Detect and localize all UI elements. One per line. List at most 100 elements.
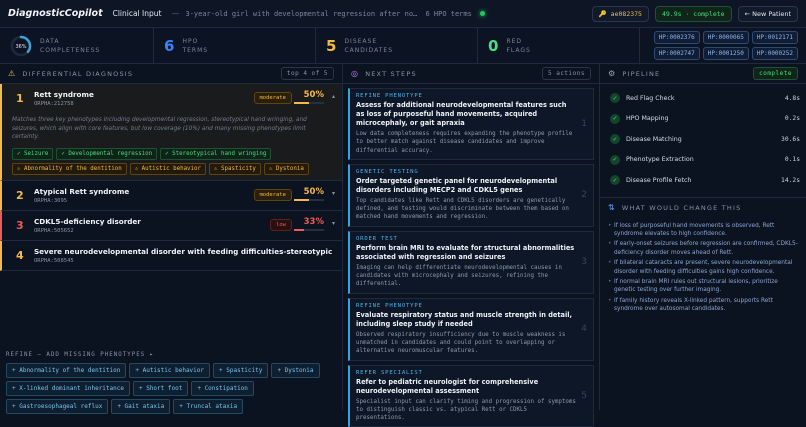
- disease-stat: 5 Disease Candidates: [316, 28, 478, 64]
- add-phenotype-chip[interactable]: + Autistic behavior: [129, 363, 211, 378]
- diagnosis-card-3[interactable]: 3 CDKL5-deficiency disorder ORPHA:505652…: [0, 210, 342, 241]
- disease-stat-label-1: Disease: [344, 38, 378, 45]
- pipeline-step: ✓ Disease Matching 30.6s: [600, 129, 806, 150]
- match-bar: [294, 228, 324, 231]
- hpo-code-chip[interactable]: HP:0001250: [702, 47, 749, 60]
- next-step-card[interactable]: REFINE PHENOTYPE Evaluate respiratory st…: [348, 297, 594, 361]
- missing-phenotype-tag: ⚠ Abnormality of the dentition: [12, 162, 127, 175]
- warning-icon: ⚠: [8, 69, 17, 78]
- matched-phenotype-tag: ✓ Stereotypical hand wringing: [160, 147, 272, 160]
- step-category: REFER SPECIALIST: [356, 369, 423, 376]
- red-flags-stat: 0 Red Flags: [478, 28, 640, 64]
- check-icon: ✓: [610, 134, 620, 145]
- step-number: 1: [581, 118, 587, 129]
- expand-chevron-icon[interactable]: ▾: [332, 190, 335, 197]
- check-icon: ✓: [610, 93, 620, 104]
- flip-icon: ⇅: [608, 203, 616, 212]
- add-phenotype-chip[interactable]: + Spasticity: [213, 363, 269, 378]
- section-label: Clinical Input: [112, 9, 162, 18]
- expand-chevron-icon[interactable]: ▾: [332, 220, 335, 227]
- step-category: GENETIC TESTING: [356, 168, 419, 175]
- step-rationale: Imaging can help differentiate neurodeve…: [356, 264, 562, 288]
- pipeline-step-name: Red Flag Check: [626, 94, 675, 102]
- step-title: Order targeted genetic panel for neurode…: [356, 176, 558, 194]
- add-phenotype-chip[interactable]: + Constipation: [191, 381, 254, 396]
- hpo-code-chip[interactable]: HP:0002376: [653, 31, 700, 44]
- refine-title[interactable]: REFINE — ADD MISSING PHENOTYPES ▸: [6, 352, 337, 358]
- pipeline-step: ✓ Red Flag Check 4.8s: [600, 88, 806, 109]
- differential-title: DIFFERENTIAL DIAGNOSIS: [22, 69, 134, 78]
- missing-phenotype-tag: ⚠ Dystonia: [263, 162, 309, 175]
- hpo-stat: 6 HPO Terms: [154, 28, 316, 64]
- diagnosis-card-4[interactable]: 4 Severe neurodevelopmental disorder wit…: [0, 240, 342, 271]
- step-title: Perform brain MRI to evaluate for struct…: [356, 243, 575, 261]
- diagnosis-card-2[interactable]: 2 Atypical Rett syndrome ORPHA:3095 mode…: [0, 180, 342, 211]
- add-phenotype-chip[interactable]: + Truncal ataxia: [173, 399, 244, 414]
- pipeline-step: ✓ Disease Profile Fetch 14.2s: [600, 170, 806, 191]
- case-summary[interactable]: 3-year-old girl with developmental regre…: [185, 10, 417, 18]
- hpo-code-chip[interactable]: HP:0000252: [751, 47, 798, 60]
- match-percent: 50%: [303, 90, 324, 100]
- check-icon: ✓: [610, 113, 620, 124]
- add-phenotype-chip[interactable]: + X-linked dominant inheritance: [6, 381, 130, 396]
- diagnosis-rationale: Matches three key phenotypes including d…: [12, 117, 307, 140]
- add-phenotype-chip[interactable]: + Short foot: [132, 381, 189, 396]
- completeness-ring: 36%: [10, 35, 32, 57]
- next-steps-panel: ◎ NEXT STEPS 5 actions REFINE PHENOTYPE …: [343, 64, 600, 427]
- hpo-code-chip[interactable]: HP:0012171: [751, 31, 798, 44]
- add-phenotype-chip[interactable]: + Abnormality of the dentition: [6, 363, 127, 378]
- step-rationale: Observed respiratory insufficiency due t…: [356, 331, 566, 355]
- disease-stat-label-2: Candidates: [344, 47, 394, 54]
- disease-stat-value: 5: [326, 37, 337, 55]
- step-category: REFINE PHENOTYPE: [356, 302, 423, 309]
- hpo-code-chip[interactable]: HP:0002747: [653, 47, 700, 60]
- diagnosis-card-1[interactable]: 1 Rett syndrome ORPHA:212758 moderate 50…: [0, 84, 342, 181]
- confidence-badge: low: [270, 218, 292, 231]
- pipeline-step-name: Phenotype Extraction: [626, 156, 694, 164]
- pipeline-panel: ⚙ PIPELINE complete ✓ Red Flag Check 4.8s …: [600, 64, 806, 410]
- what-would-change-item: If bilateral cataracts are present, seve…: [608, 259, 800, 275]
- step-category: REFINE PHENOTYPE: [356, 93, 423, 99]
- step-title: Evaluate respiratory status and muscle s…: [356, 310, 573, 328]
- step-rationale: Top candidates like Rett and CDKL5 disor…: [356, 197, 569, 221]
- confidence-badge: moderate: [253, 188, 292, 201]
- stats-bar: 36% Data Completeness 6 HPO Terms 5 Diseas…: [0, 28, 806, 64]
- what-would-change-title: WHAT WOULD CHANGE THIS: [621, 203, 742, 212]
- next-step-card[interactable]: GENETIC TESTING Order targeted genetic p…: [348, 163, 594, 227]
- what-would-change-list: If loss of purposeful hand movements is …: [600, 218, 806, 314]
- diagnosis-rank: 4: [16, 248, 24, 262]
- confidence-badge: moderate: [253, 92, 292, 104]
- target-icon: ◎: [351, 69, 360, 78]
- match-percent: 50%: [303, 186, 324, 197]
- collapse-chevron-icon[interactable]: ▴: [332, 93, 335, 100]
- what-would-change-item: If loss of purposeful hand movements is …: [608, 222, 800, 238]
- hpo-code-chip[interactable]: HP:0000065: [702, 31, 749, 44]
- what-would-change-section: ⇅ WHAT WOULD CHANGE THIS If loss of purp…: [600, 196, 806, 314]
- match-bar: [294, 102, 324, 104]
- new-patient-button[interactable]: ← New Patient: [737, 5, 798, 22]
- add-phenotype-chip[interactable]: + Gait ataxia: [111, 399, 171, 414]
- refine-chip-list: + Abnormality of the dentition + Autisti…: [6, 363, 337, 414]
- step-number: 4: [581, 324, 587, 335]
- step-category: ORDER TEST: [356, 235, 398, 242]
- hpo-stat-label-2: Terms: [182, 47, 209, 54]
- what-would-change-header: ⇅ WHAT WOULD CHANGE THIS: [600, 198, 806, 218]
- add-phenotype-chip[interactable]: + Gastroesophageal reflux: [6, 399, 109, 414]
- diagnosis-rank: 1: [16, 92, 24, 105]
- next-step-card[interactable]: REFINE PHENOTYPE Assess for additional n…: [348, 88, 594, 160]
- what-would-change-item: If normal brain MRI rules out structural…: [608, 278, 800, 294]
- run-status-badge: 49.9s · complete: [654, 5, 732, 22]
- pipeline-status-badge: complete: [753, 67, 798, 80]
- next-step-card[interactable]: ORDER TEST Perform brain MRI to evaluate…: [348, 230, 594, 294]
- pipeline-step-time: 4.8s: [784, 94, 800, 102]
- pipeline-step-time: 14.2s: [781, 176, 800, 184]
- match-bar: [294, 198, 324, 201]
- add-phenotype-chip[interactable]: + Dystonia: [271, 363, 320, 378]
- hpo-term-count: 6 HPO terms: [425, 9, 472, 18]
- pipeline-header: ⚙ PIPELINE complete: [600, 64, 806, 84]
- step-title: Assess for additional neurodevelopmental…: [356, 101, 567, 127]
- match-percent: 33%: [303, 216, 324, 227]
- matched-phenotype-tag: ✓ Seizure: [12, 147, 54, 160]
- next-step-card[interactable]: REFER SPECIALIST Refer to pediatric neur…: [348, 364, 594, 427]
- step-number: 2: [581, 190, 587, 201]
